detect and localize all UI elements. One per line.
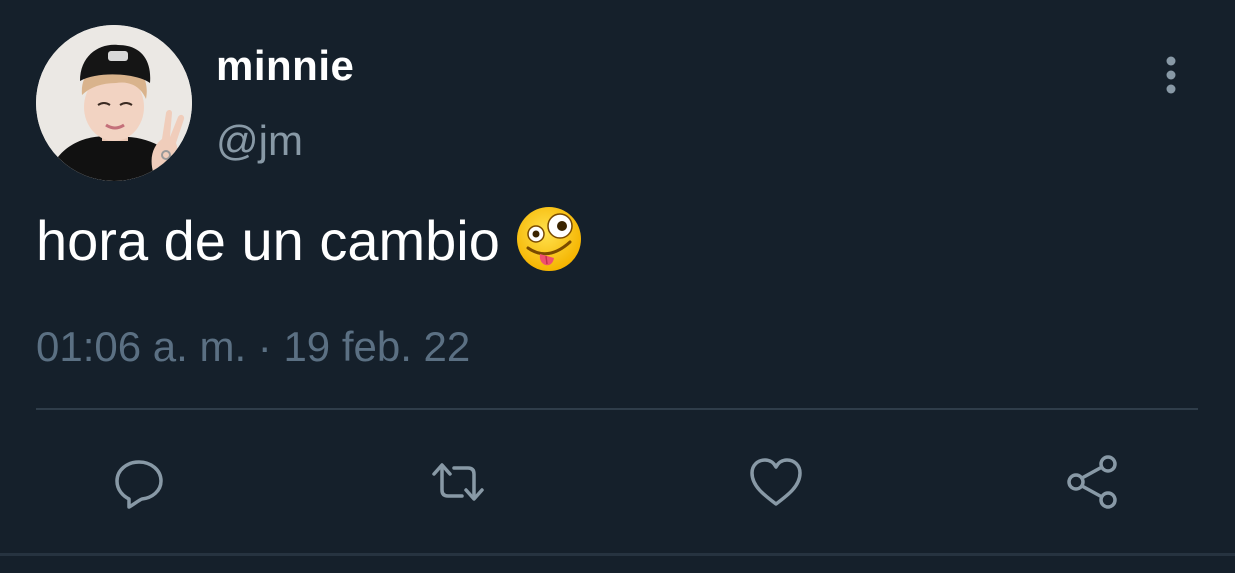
retweet-icon — [432, 463, 484, 501]
user-handle[interactable]: @jm — [216, 115, 303, 167]
reply-button[interactable] — [109, 452, 169, 512]
more-options-button[interactable] — [1150, 52, 1192, 98]
reply-icon — [115, 460, 163, 509]
tweet-text: hora de un cambio — [36, 206, 584, 276]
retweet-button[interactable] — [428, 452, 488, 512]
avatar[interactable] — [36, 25, 192, 181]
share-button[interactable] — [1064, 452, 1124, 512]
like-icon — [750, 458, 802, 506]
tweet-text-content: hora de un cambio — [36, 209, 500, 272]
divider — [0, 553, 1235, 556]
share-icon — [1067, 455, 1117, 509]
more-vertical-icon — [1166, 56, 1176, 94]
tweet-detail: minnie @jm hora de un cambio 01:06 a. m.… — [0, 0, 1235, 573]
zany-face-icon — [516, 207, 581, 272]
divider — [36, 408, 1198, 410]
display-name[interactable]: minnie — [216, 40, 354, 92]
avatar-image — [36, 25, 192, 181]
tweet-timestamp[interactable]: 01:06 a. m. · 19 feb. 22 — [36, 320, 470, 374]
like-button[interactable] — [746, 452, 806, 512]
